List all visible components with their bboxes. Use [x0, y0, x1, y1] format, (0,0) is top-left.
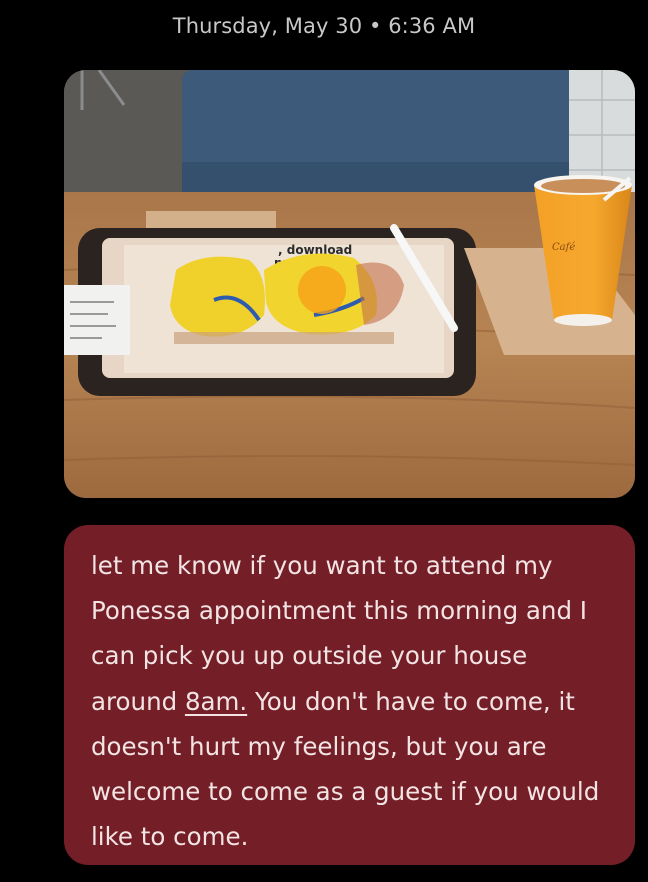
time-link[interactable]: 8am. — [185, 687, 247, 716]
message-timestamp: Thursday, May 30 • 6:36 AM — [172, 14, 476, 38]
message-bubble[interactable]: let me know if you want to attend my Pon… — [64, 525, 635, 865]
cup-brand-text: Café — [552, 242, 575, 253]
food-tray-photo: , download pp! Café — [64, 70, 635, 498]
image-attachment[interactable]: , download pp! Café — [64, 70, 635, 498]
